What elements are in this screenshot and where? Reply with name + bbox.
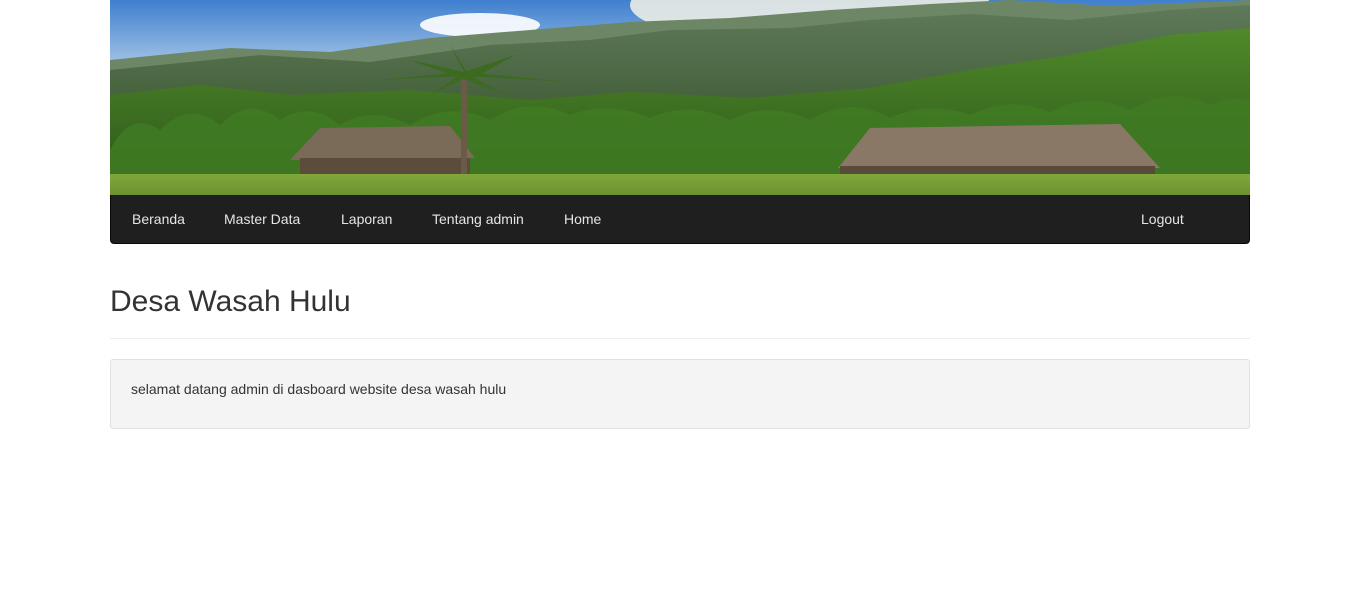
landscape-illustration <box>110 0 1250 195</box>
welcome-panel: selamat datang admin di dasboard website… <box>110 359 1250 429</box>
nav-item-laporan[interactable]: Laporan <box>341 195 392 244</box>
page-container: Beranda Master Data Laporan Tentang admi… <box>110 0 1250 429</box>
welcome-message: selamat datang admin di dasboard website… <box>131 381 507 397</box>
nav-item-tentang-admin[interactable]: Tentang admin <box>432 195 524 244</box>
nav-item-master-data[interactable]: Master Data <box>224 195 300 244</box>
page-title: Desa Wasah Hulu <box>110 285 351 318</box>
logout-link[interactable]: Logout <box>1141 195 1184 244</box>
nav-item-home[interactable]: Home <box>564 195 601 244</box>
title-divider <box>110 338 1250 339</box>
header-banner-image <box>110 0 1250 195</box>
nav-item-beranda[interactable]: Beranda <box>132 195 185 244</box>
main-navbar: Beranda Master Data Laporan Tentang admi… <box>110 195 1250 244</box>
